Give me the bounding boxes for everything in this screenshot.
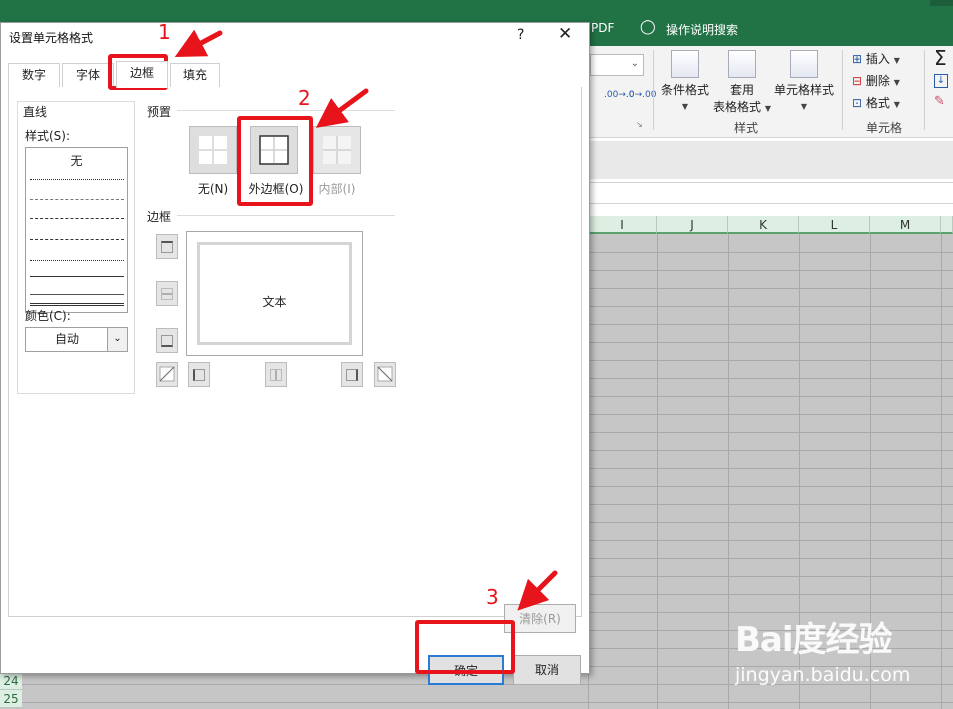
baidu-watermark-logo: Bai度经验: [735, 620, 893, 660]
baidu-watermark-url: jingyan.baidu.com: [735, 664, 911, 686]
annotation-arrows: [174, 29, 558, 611]
arrow-icon: [315, 88, 369, 128]
arrow-icon: [174, 29, 223, 58]
tab-border[interactable]: 边框: [116, 61, 168, 88]
arrow-icon: [517, 570, 558, 611]
